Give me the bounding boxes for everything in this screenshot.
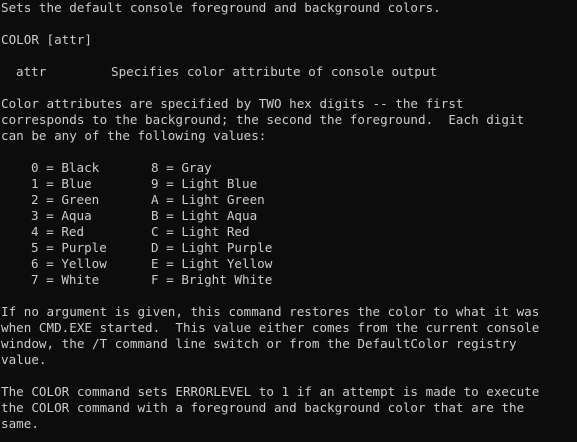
color-right: B = Light Aqua	[151, 208, 258, 223]
color-right: E = Light Yellow	[151, 256, 273, 271]
color-row: 1 = Blue 9 = Light Blue	[1, 176, 577, 192]
errorlevel-line: The COLOR command sets ERRORLEVEL to 1 i…	[1, 384, 540, 399]
noarg-line: when CMD.EXE started. This value either …	[1, 320, 540, 335]
color-left: 7 = White	[31, 272, 100, 287]
description-line: Sets the default console foreground and …	[1, 0, 441, 15]
color-row: 0 = Black 8 = Gray	[1, 160, 577, 176]
color-left: 6 = Yellow	[31, 256, 107, 271]
color-right: 8 = Gray	[151, 160, 212, 175]
color-row: 2 = Green A = Light Green	[1, 192, 577, 208]
color-left: 0 = Black	[31, 160, 100, 175]
color-right: A = Light Green	[151, 192, 265, 207]
errorlevel-line: the COLOR command with a foreground and …	[1, 400, 525, 415]
color-left: 3 = Aqua	[31, 208, 92, 223]
color-row: 6 = Yellow E = Light Yellow	[1, 256, 577, 272]
color-right: 9 = Light Blue	[151, 176, 258, 191]
syntax-line: COLOR [attr]	[1, 32, 92, 47]
noarg-line: If no argument is given, this command re…	[1, 304, 540, 319]
param-text: Specifies color attribute of console out…	[111, 64, 438, 79]
color-left: 4 = Red	[31, 224, 85, 239]
color-left: 1 = Blue	[31, 176, 92, 191]
color-right: C = Light Red	[151, 224, 250, 239]
intro-line: can be any of the following values:	[1, 128, 267, 143]
noarg-line: value.	[1, 352, 47, 367]
color-left: 2 = Green	[31, 192, 100, 207]
color-left: 5 = Purple	[31, 240, 107, 255]
param-row: attr Specifies color attribute of consol…	[1, 64, 577, 80]
param-name: attr	[16, 64, 47, 79]
color-right: F = Bright White	[151, 272, 273, 287]
color-row: 4 = Red C = Light Red	[1, 224, 577, 240]
console-window[interactable]: Sets the default console foreground and …	[0, 0, 577, 442]
errorlevel-line: same.	[1, 416, 39, 431]
color-row: 7 = White F = Bright White	[1, 272, 577, 288]
intro-line: corresponds to the background; the secon…	[1, 112, 525, 127]
color-right: D = Light Purple	[151, 240, 273, 255]
intro-line: Color attributes are specified by TWO he…	[1, 96, 464, 111]
color-table: 0 = Black 8 = Gray 1 = Blue 9 = Light Bl…	[1, 160, 577, 288]
noarg-line: window, the /T command line switch or fr…	[1, 336, 517, 351]
color-row: 5 = Purple D = Light Purple	[1, 240, 577, 256]
color-row: 3 = Aqua B = Light Aqua	[1, 208, 577, 224]
